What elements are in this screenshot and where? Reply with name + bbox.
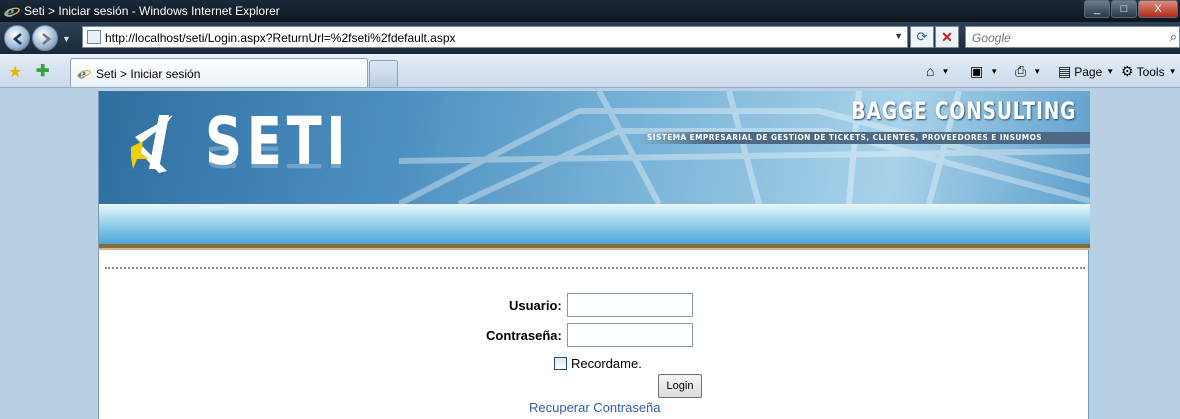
forward-arrow-icon	[42, 33, 52, 45]
chevron-down-icon[interactable]: ▼	[1033, 67, 1041, 76]
home-icon: ⌂	[926, 63, 935, 79]
recent-pages-dropdown-icon[interactable]: ▼	[62, 34, 71, 44]
username-label: Usuario:	[509, 298, 562, 313]
password-label: Contraseña:	[486, 328, 562, 343]
seti-logo-reflection: SETI	[205, 139, 351, 174]
address-field[interactable]: http://localhost/seti/Login.aspx?ReturnU…	[82, 26, 908, 48]
chevron-down-icon: ▼	[1168, 67, 1177, 76]
internet-explorer-icon: e	[77, 67, 91, 80]
back-button[interactable]	[4, 25, 30, 51]
system-subtitle: SISTEMA EMPRESARIAL DE GESTION DE TICKET…	[647, 133, 1043, 142]
gear-icon: ⚙	[1121, 63, 1134, 79]
header-divider-light	[99, 248, 1090, 250]
add-favorite-icon[interactable]: ✚	[36, 61, 49, 81]
refresh-button[interactable]: ⟳	[910, 26, 934, 48]
rss-feed-icon: ▣	[970, 63, 984, 79]
recover-password-link[interactable]: Recuperar Contraseña	[529, 400, 661, 415]
minimize-button[interactable]: _	[1084, 0, 1110, 18]
internet-explorer-icon: e	[4, 3, 20, 19]
chevron-down-icon[interactable]: ▼	[990, 67, 998, 76]
close-button[interactable]: X	[1138, 0, 1178, 18]
address-url[interactable]: http://localhost/seti/Login.aspx?ReturnU…	[105, 31, 456, 45]
new-tab-button[interactable]	[369, 60, 398, 87]
remember-me-label[interactable]: Recordame.	[571, 356, 642, 371]
password-input[interactable]	[568, 324, 692, 346]
tools-menu-label: Tools	[1136, 64, 1165, 79]
remember-me-checkbox[interactable]	[554, 357, 567, 370]
search-input[interactable]	[972, 30, 1152, 45]
favorites-star-icon[interactable]: ★	[8, 62, 22, 82]
forward-button[interactable]	[32, 25, 58, 51]
page-menu-label: Page	[1074, 64, 1103, 79]
username-input[interactable]	[568, 294, 692, 316]
print-button[interactable]: ⎙ ▼	[1015, 63, 1041, 80]
feeds-button[interactable]: ▣ ▼	[970, 63, 998, 80]
search-box[interactable]: ⌕	[965, 26, 1180, 48]
username-field[interactable]	[567, 293, 693, 317]
window-title: Seti > Iniciar sesión - Windows Internet…	[24, 4, 280, 18]
seti-logo-mark	[131, 115, 173, 173]
page-icon	[87, 30, 101, 44]
printer-icon: ⎙	[1015, 63, 1027, 79]
tab-seti-login[interactable]: e Seti > Iniciar sesión	[70, 58, 368, 87]
chevron-down-icon: ▼	[1106, 67, 1115, 76]
page-icon: ▤	[1058, 63, 1072, 79]
password-field[interactable]	[567, 323, 693, 347]
page-menu[interactable]: ▤ Page ▼	[1058, 63, 1114, 80]
address-dropdown-icon[interactable]: ▼	[894, 31, 903, 41]
back-arrow-icon	[12, 33, 22, 45]
home-button[interactable]: ⌂ ▼	[926, 63, 949, 79]
login-form: Usuario: Contraseña: Recordame. Login Re…	[99, 291, 1090, 419]
refresh-icon: ⟳	[916, 29, 928, 44]
remember-me[interactable]: Recordame.	[554, 356, 642, 371]
window-title-bar: e Seti > Iniciar sesión - Windows Intern…	[0, 0, 1180, 22]
stop-icon: ✕	[941, 29, 953, 45]
web-page: SETI SETI BAGGE CONSULTING SISTEMA EMPRE…	[98, 91, 1090, 419]
company-name: BAGGE CONSULTING	[851, 97, 1076, 125]
dotted-separator	[105, 267, 1085, 269]
header-banner: SETI SETI BAGGE CONSULTING SISTEMA EMPRE…	[99, 91, 1090, 204]
stop-button[interactable]: ✕	[935, 26, 959, 48]
login-button[interactable]: Login	[658, 374, 702, 398]
tab-title: Seti > Iniciar sesión	[96, 67, 201, 81]
tab-command-bar: ★ ✚ e Seti > Iniciar sesión ⌂ ▼ ▣ ▼ ⎙ ▼ ▤ P…	[0, 54, 1180, 88]
maximize-button[interactable]: □	[1111, 0, 1137, 18]
chevron-down-icon[interactable]: ▼	[941, 67, 949, 76]
search-icon[interactable]: ⌕	[1170, 29, 1177, 45]
address-toolbar: ▼ http://localhost/seti/Login.aspx?Retur…	[0, 22, 1180, 54]
tools-menu[interactable]: ⚙ Tools ▼	[1121, 63, 1177, 80]
menu-strip	[99, 204, 1090, 244]
